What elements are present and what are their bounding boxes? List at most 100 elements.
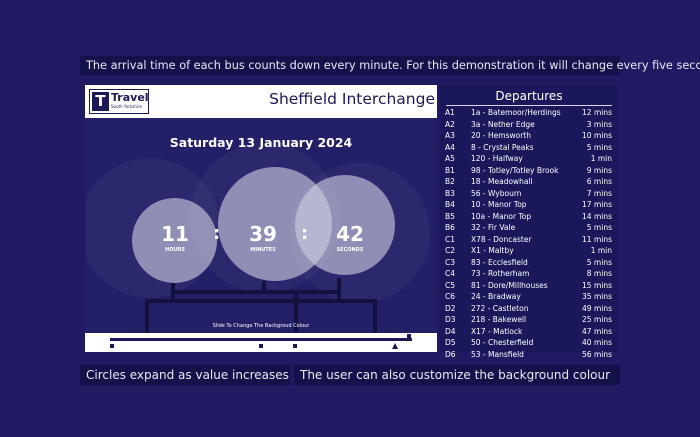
- departure-row: C6 24 - Bradway 35 mins: [440, 291, 618, 303]
- departures-list: A1 1a - Batemoor/Herdings 12 mins A2 3a - Ne…: [440, 107, 618, 360]
- logo-wordmark: Travel: [111, 91, 149, 104]
- clock-separator: :: [213, 223, 221, 244]
- departure-row: D3 218 - Bakewell 25 mins: [440, 314, 618, 326]
- departure-row: B3 56 - Wybourn 7 mins: [440, 188, 618, 200]
- slider-handle[interactable]: [259, 344, 263, 348]
- departure-time: 10 mins: [582, 131, 612, 140]
- departure-stand: C4: [445, 269, 456, 278]
- departure-stand: D5: [445, 338, 456, 347]
- departure-route: 81 - Dore/Millhouses: [471, 280, 548, 290]
- departure-time: 5 mins: [586, 223, 612, 232]
- departure-stand: A2: [445, 119, 455, 129]
- departure-row: C5 81 - Dore/Millhouses 15 mins: [440, 280, 618, 292]
- departure-route: 83 - Ecclesfield: [471, 257, 528, 267]
- departure-route: 218 - Bakewell: [471, 315, 527, 324]
- departure-time: 8 mins: [586, 269, 612, 278]
- departure-route: 73 - Rotherham: [471, 269, 530, 278]
- departures-board: Departures A1 1a - Batemoor/Herdings 12 mi…: [440, 85, 618, 359]
- departure-stand: B1: [445, 165, 455, 175]
- departure-route: 1a - Batemoor/Herdings: [471, 108, 561, 117]
- departure-time: 17 mins: [582, 200, 612, 209]
- clock-separator: :: [301, 223, 309, 244]
- departure-row: B6 32 - Fir Vale 5 mins: [440, 222, 618, 234]
- departure-stand: B3: [445, 188, 455, 198]
- caption-countdown-note: The arrival time of each bus counts down…: [80, 56, 700, 75]
- minutes-value: 39: [249, 222, 277, 246]
- departure-row: A2 3a - Nether Edge 3 mins: [440, 119, 618, 131]
- departure-row: C3 83 - Ecclesfield 5 mins: [440, 257, 618, 269]
- departure-route: X78 - Doncaster: [471, 234, 532, 244]
- departure-route: 3a - Nether Edge: [471, 119, 535, 129]
- departure-row: B1 98 - Totley/Totley Brook 9 mins: [440, 165, 618, 177]
- slider-handle[interactable]: [407, 334, 411, 338]
- departure-row: D5 50 - Chesterfield 40 mins: [440, 337, 618, 349]
- caption-circles-note: Circles expand as value increases: [80, 365, 290, 385]
- departure-row: D2 272 - Castleton 49 mins: [440, 303, 618, 315]
- departure-route: 120 - Halfway: [471, 154, 523, 163]
- screen-header: T Travel South Yorkshire Sheffield Inter…: [85, 85, 437, 118]
- departure-stand: D2: [445, 303, 456, 313]
- departure-route: 98 - Totley/Totley Brook: [471, 165, 559, 175]
- date-display: Saturday 13 January 2024: [169, 135, 353, 150]
- departure-route: 53 - Mansfield: [471, 349, 524, 359]
- departure-time: 7 mins: [586, 188, 612, 198]
- departure-time: 47 mins: [582, 326, 612, 336]
- cursor-icon: ▲: [392, 341, 399, 350]
- departure-time: 3 mins: [586, 119, 612, 129]
- departure-route: 32 - Fir Vale: [471, 223, 516, 232]
- departure-route: 56 - Wybourn: [471, 188, 522, 198]
- departure-row: B2 18 - Meadowhall 6 mins: [440, 176, 618, 188]
- departure-row: D6 53 - Mansfield 56 mins: [440, 349, 618, 361]
- departure-stand: C1: [445, 234, 456, 244]
- departure-stand: D3: [445, 315, 456, 324]
- departure-time: 40 mins: [582, 338, 612, 347]
- caption-colour-note: The user can also customize the backgrou…: [294, 365, 620, 385]
- departure-route: X1 - Maltby: [471, 246, 514, 255]
- departure-stand: B4: [445, 200, 455, 209]
- departure-time: 1 min: [590, 154, 612, 163]
- departure-stand: B6: [445, 223, 455, 232]
- departure-time: 11 mins: [582, 234, 612, 244]
- departure-route: 8 - Crystal Peaks: [471, 142, 534, 152]
- departure-row: A1 1a - Batemoor/Herdings 12 mins: [440, 107, 618, 119]
- departure-row: A5 120 - Halfway 1 min: [440, 153, 618, 165]
- departure-row: B5 10a - Manor Top 14 mins: [440, 211, 618, 223]
- departure-route: 272 - Castleton: [471, 303, 529, 313]
- minutes-label: MINUTES: [250, 247, 276, 253]
- departure-stand: A5: [445, 154, 455, 163]
- departure-stand: A1: [445, 108, 455, 117]
- departure-stand: A3: [445, 131, 455, 140]
- title-divider: [446, 105, 612, 106]
- departure-row: C1 X78 - Doncaster 11 mins: [440, 234, 618, 246]
- departure-time: 5 mins: [586, 257, 612, 267]
- departure-stand: D6: [445, 349, 456, 359]
- slider-label: Slide To Change The Backgroud Colour: [212, 323, 310, 329]
- departure-time: 56 mins: [582, 349, 612, 359]
- departure-row: D4 X17 - Matlock 47 mins: [440, 326, 618, 338]
- departure-stand: C3: [445, 257, 456, 267]
- connector-bar: [145, 299, 377, 303]
- departure-time: 6 mins: [586, 177, 612, 186]
- departure-stand: B2: [445, 177, 455, 186]
- departure-time: 15 mins: [582, 280, 612, 290]
- departure-row: A4 8 - Crystal Peaks 5 mins: [440, 142, 618, 154]
- departure-route: 10 - Manor Top: [471, 200, 527, 209]
- slider-handle[interactable]: [110, 344, 114, 348]
- departure-row: B4 10 - Manor Top 17 mins: [440, 199, 618, 211]
- departure-row: C4 73 - Rotherham 8 mins: [440, 268, 618, 280]
- departure-stand: C5: [445, 280, 456, 290]
- departure-route: 18 - Meadowhall: [471, 177, 533, 186]
- departure-time: 12 mins: [582, 108, 612, 117]
- departure-route: 24 - Bradway: [471, 292, 521, 301]
- departure-route: 10a - Manor Top: [471, 211, 532, 221]
- departure-time: 5 mins: [586, 142, 612, 152]
- departure-row: A3 20 - Hemsworth 10 mins: [440, 130, 618, 142]
- seconds-value: 42: [336, 222, 364, 246]
- background-colour-slider[interactable]: [110, 338, 412, 341]
- clock-stage: Saturday 13 January 2024 11 HOURS : 39 M…: [85, 118, 437, 333]
- station-name: Sheffield Interchange: [269, 90, 435, 108]
- hours-label: HOURS: [165, 247, 185, 253]
- slider-handle[interactable]: [293, 344, 297, 348]
- logo-mark-icon: T: [92, 92, 109, 111]
- departure-row: C2 X1 - Maltby 1 min: [440, 245, 618, 257]
